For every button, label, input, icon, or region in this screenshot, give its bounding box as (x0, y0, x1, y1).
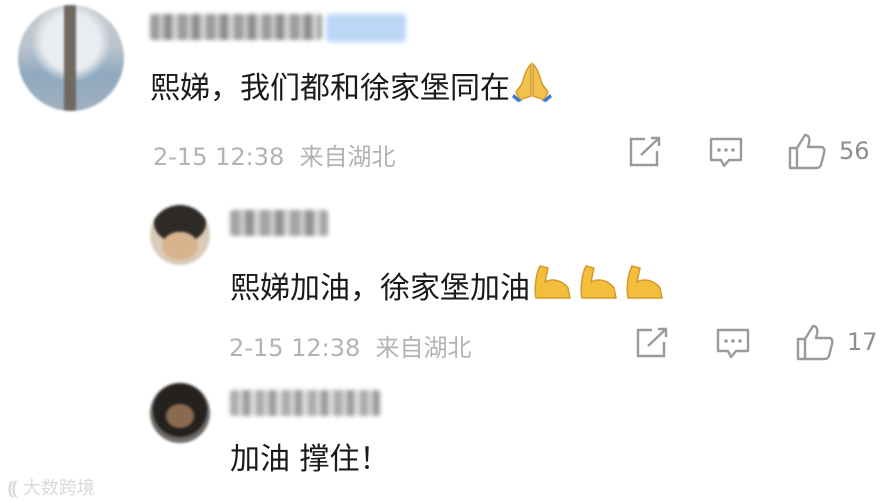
flexed-biceps-icon (530, 262, 668, 313)
reply-text: 加油 撑住！ (230, 442, 390, 477)
comment-text: 熙娣，我们都和徐家堡同在 (150, 62, 554, 113)
avatar[interactable] (150, 383, 210, 443)
comment-icon[interactable] (708, 136, 744, 170)
username-blurred[interactable] (230, 210, 328, 236)
timestamp: 2-15 12:38 (153, 143, 285, 171)
timestamp: 2-15 12:38 (229, 334, 361, 362)
comment-meta: 2-15 12:38 来自湖北 (153, 137, 396, 172)
watermark-text: 大数跨境 (22, 478, 95, 499)
reply-text: 熙娣加油，徐家堡加油 (230, 262, 668, 313)
username-blurred[interactable] (230, 390, 380, 416)
like-count: 56 (839, 137, 870, 165)
share-icon[interactable] (627, 136, 663, 168)
comment-icon[interactable] (715, 327, 751, 361)
user-badge (326, 14, 406, 42)
watermark: ⸨ 大数跨境 (8, 474, 95, 500)
like-count: 17 (847, 328, 878, 356)
share-icon[interactable] (634, 327, 670, 359)
folded-hands-icon (510, 62, 554, 113)
avatar[interactable] (150, 205, 210, 265)
watermark-logo-icon: ⸨ (8, 478, 18, 499)
reply-meta: 2-15 12:38 来自湖北 (229, 328, 472, 363)
thumbs-up-icon (795, 322, 835, 362)
location: 来自湖北 (375, 334, 472, 362)
avatar[interactable] (18, 5, 124, 111)
thumbs-up-icon (787, 131, 827, 171)
location: 来自湖北 (299, 143, 396, 171)
username-blurred[interactable] (150, 14, 322, 40)
